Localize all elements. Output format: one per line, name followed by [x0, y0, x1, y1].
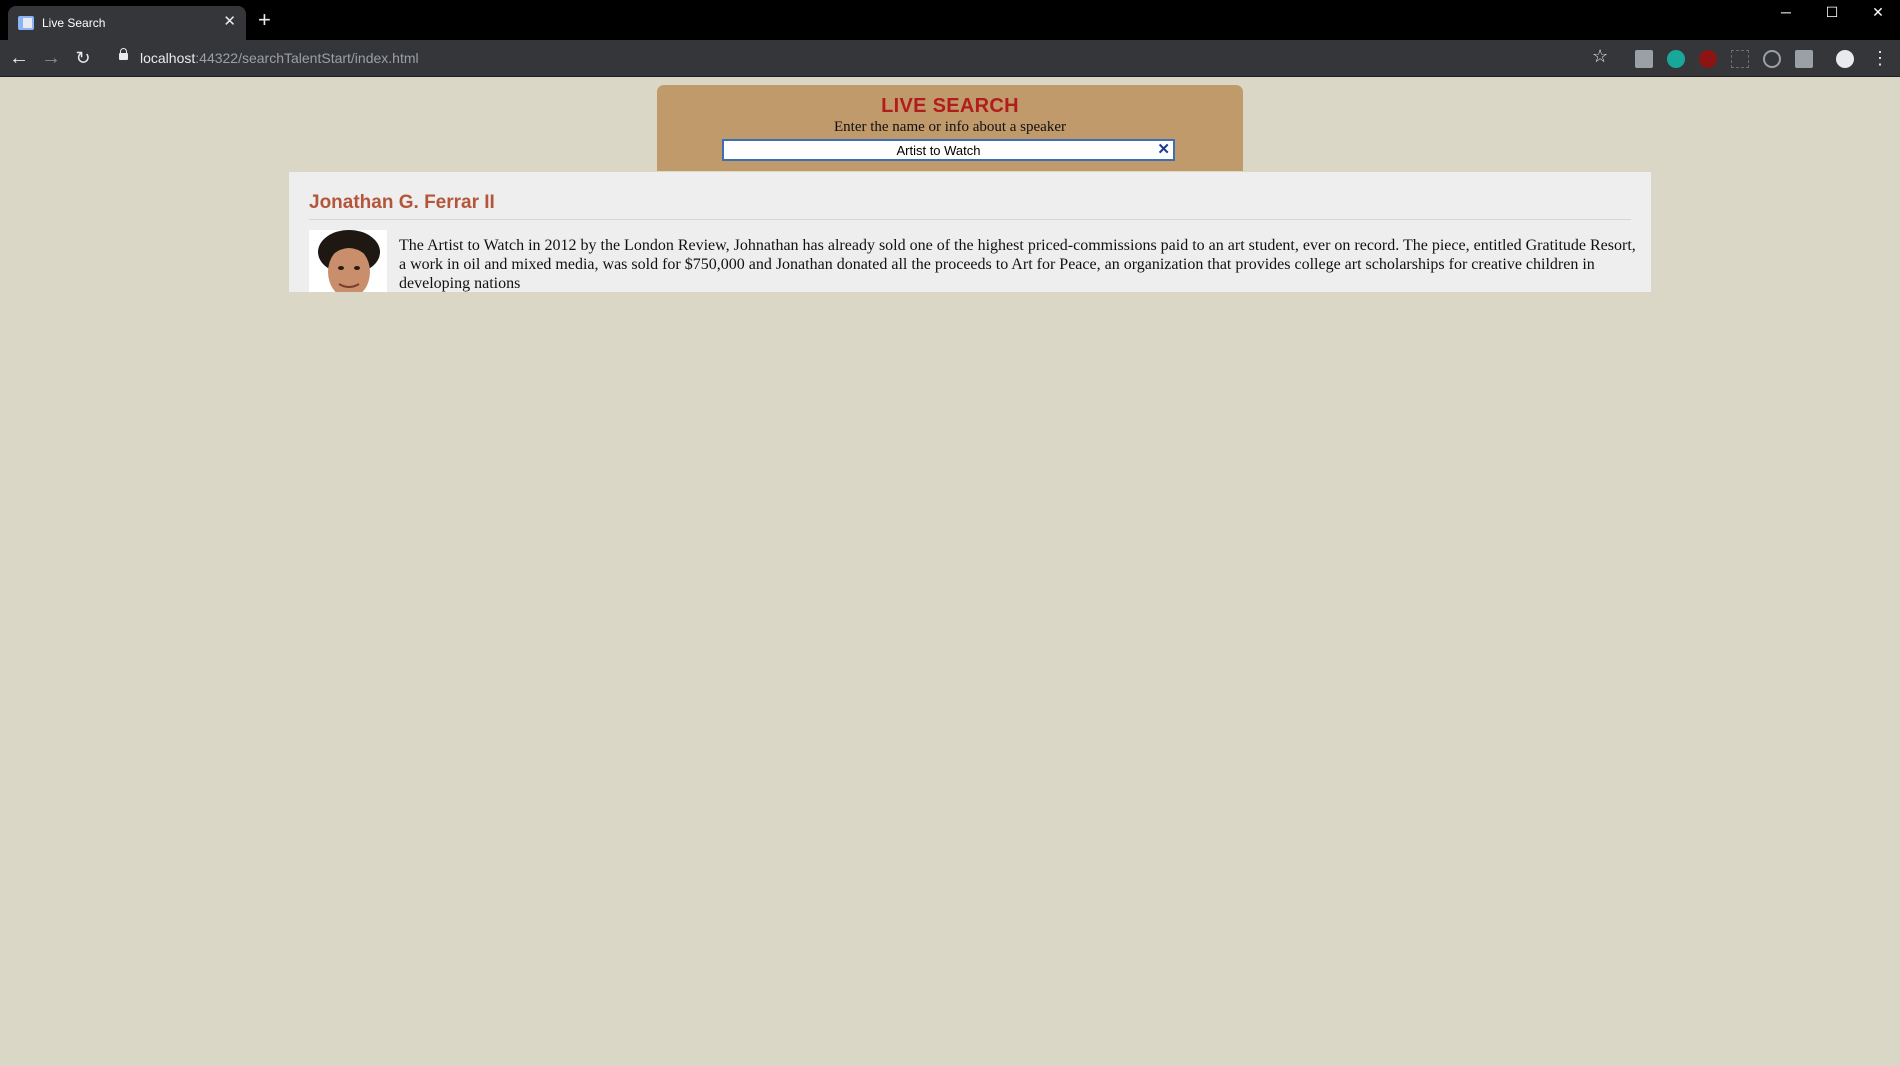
new-tab-plus-icon[interactable]: +	[258, 9, 271, 31]
speaker-photo	[309, 230, 387, 292]
extension-screenshot-icon[interactable]	[1731, 50, 1749, 68]
forward-arrow-icon[interactable]: →	[38, 46, 64, 72]
browser-tab-strip: Live Search ✕ + ─ ☐ ✕	[0, 0, 1900, 40]
search-field[interactable]: ✕	[722, 139, 1175, 161]
profile-avatar-icon[interactable]	[1836, 50, 1854, 68]
extension-google-icon[interactable]	[1763, 50, 1781, 68]
extension-puzzle-icon[interactable]	[1635, 50, 1653, 68]
clear-search-icon[interactable]: ✕	[1157, 141, 1170, 159]
search-instructions: Enter the name or info about a speaker	[834, 119, 1066, 135]
minimize-window-icon[interactable]: ─	[1763, 0, 1809, 26]
back-arrow-icon[interactable]: ←	[6, 46, 32, 72]
close-tab-icon[interactable]: ✕	[223, 13, 236, 31]
close-window-icon[interactable]: ✕	[1855, 0, 1900, 26]
url-host: localhost	[140, 50, 196, 66]
extension-ublock-icon[interactable]	[1699, 50, 1717, 68]
search-input[interactable]	[724, 141, 1173, 159]
extension-m-icon[interactable]	[1667, 50, 1685, 68]
speaker-name: Jonathan G. Ferrar II	[309, 192, 495, 213]
bookmark-star-icon[interactable]: ☆	[1592, 46, 1608, 67]
lock-icon[interactable]	[119, 48, 128, 60]
maximize-window-icon[interactable]: ☐	[1809, 0, 1855, 26]
page-favicon-icon	[18, 16, 34, 30]
tab-title: Live Search	[42, 16, 106, 30]
reload-icon[interactable]: ↻	[70, 46, 96, 72]
speaker-portrait-icon	[309, 230, 387, 292]
url-path: :44322/searchTalentStart/index.html	[195, 50, 419, 66]
speaker-bio: The Artist to Watch in 2012 by the Londo…	[399, 237, 1636, 292]
browser-toolbar: ← → ↻ localhost:44322/searchTalentStart/…	[0, 40, 1900, 77]
address-bar[interactable]: localhost:44322/searchTalentStart/index.…	[140, 50, 419, 66]
browser-menu-icon[interactable]: ⋮	[1867, 46, 1893, 72]
search-results: Jonathan G. Ferrar II The Artist to Watc…	[289, 172, 1651, 292]
result-divider	[309, 219, 1631, 220]
extension-mail-icon[interactable]	[1795, 50, 1813, 68]
tab-live-search[interactable]: Live Search ✕	[8, 6, 246, 40]
live-search-panel: LIVE SEARCH Enter the name or info about…	[657, 85, 1243, 171]
search-heading: LIVE SEARCH	[881, 95, 1019, 117]
